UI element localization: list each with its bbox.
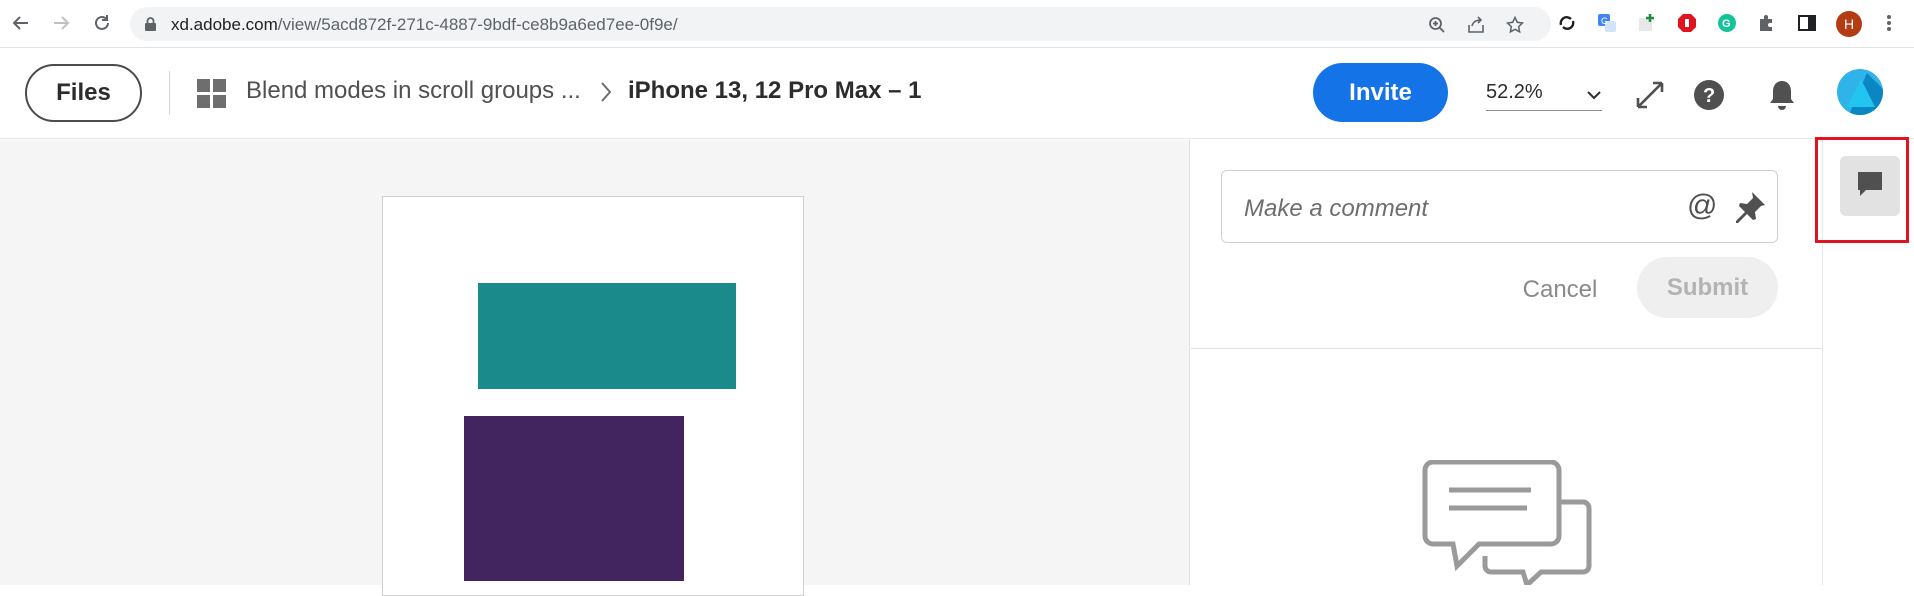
pin-icon[interactable]: [1732, 189, 1768, 230]
breadcrumb-document[interactable]: Blend modes in scroll groups ...: [246, 77, 581, 105]
zoom-icon[interactable]: [1427, 15, 1447, 35]
translate-extension-icon[interactable]: G: [1596, 12, 1618, 34]
submit-button[interactable]: Submit: [1637, 257, 1778, 318]
star-icon[interactable]: [1505, 15, 1525, 35]
teal-rectangle[interactable]: [478, 283, 736, 389]
invite-button[interactable]: Invite: [1313, 63, 1448, 122]
fullscreen-icon[interactable]: [1633, 78, 1667, 112]
svg-text:?: ?: [1703, 85, 1715, 107]
browser-toolbar: xd.adobe.com/view/5acd872f-271c-4887-9bd…: [0, 0, 1914, 48]
share-icon[interactable]: [1466, 15, 1486, 35]
add-extension-icon[interactable]: [1636, 12, 1658, 34]
chevron-right-icon: [600, 81, 612, 108]
mention-icon[interactable]: @: [1687, 189, 1717, 223]
svg-text:G: G: [1601, 16, 1608, 26]
breadcrumb-artboard: iPhone 13, 12 Pro Max – 1: [628, 77, 922, 104]
help-icon[interactable]: ?: [1692, 78, 1726, 112]
lock-icon: [144, 17, 157, 37]
zoom-dropdown[interactable]: 52.2%: [1486, 75, 1602, 111]
reload-icon[interactable]: [91, 12, 113, 34]
artboard[interactable]: [382, 196, 804, 596]
comment-placeholder: Make a comment: [1244, 195, 1429, 222]
panel-divider: [1191, 348, 1822, 349]
zoom-value: 52.2%: [1486, 81, 1543, 103]
app-header: Files Blend modes in scroll groups ... i…: [0, 49, 1914, 139]
url-text: xd.adobe.com/view/5acd872f-271c-4887-9bd…: [171, 15, 678, 34]
profile-avatar[interactable]: H: [1836, 11, 1862, 37]
menu-kebab-icon[interactable]: [1878, 12, 1900, 34]
cancel-button[interactable]: Cancel: [1501, 267, 1619, 313]
highlight-box: [1815, 137, 1909, 243]
bell-icon[interactable]: [1765, 78, 1799, 112]
comments-panel: Make a comment @ Cancel Submit: [1191, 140, 1823, 590]
sync-extension-icon[interactable]: [1556, 12, 1578, 34]
forward-icon[interactable]: [50, 12, 72, 34]
grammarly-extension-icon[interactable]: G: [1716, 12, 1738, 34]
header-divider: [169, 71, 170, 115]
grid-icon[interactable]: [197, 79, 226, 108]
adblock-extension-icon[interactable]: [1676, 12, 1698, 34]
side-panel-icon[interactable]: [1796, 12, 1818, 34]
speech-bubbles-icon: [1419, 459, 1599, 590]
address-bar[interactable]: xd.adobe.com/view/5acd872f-271c-4887-9bd…: [130, 7, 1551, 41]
user-avatar[interactable]: [1837, 69, 1883, 115]
design-canvas[interactable]: [0, 140, 1190, 596]
extensions-puzzle-icon[interactable]: [1756, 12, 1778, 34]
chevron-down-icon: [1586, 87, 1602, 105]
back-icon[interactable]: [10, 12, 32, 34]
files-button[interactable]: Files: [25, 64, 142, 122]
svg-text:G: G: [1722, 18, 1731, 30]
comment-input[interactable]: Make a comment @: [1221, 170, 1778, 243]
purple-rectangle[interactable]: [464, 416, 684, 581]
